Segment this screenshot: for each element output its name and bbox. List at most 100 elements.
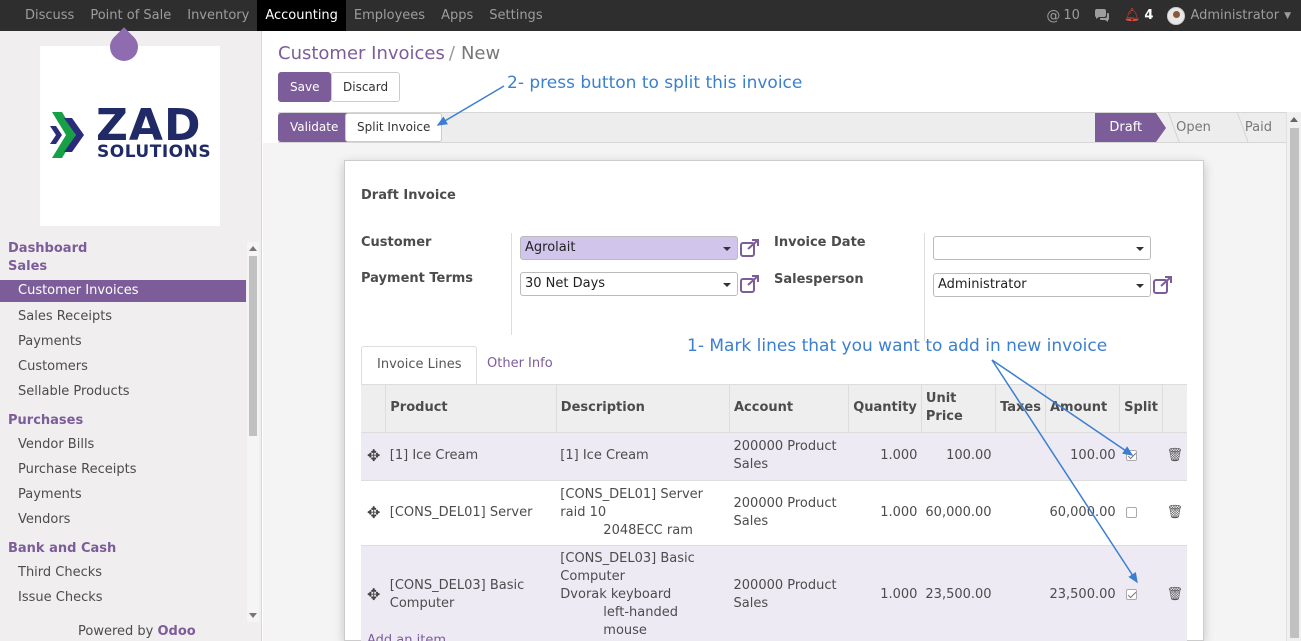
sidebar-item-vendors[interactable]: Vendors [0,507,246,532]
menu-apps[interactable]: Apps [433,0,481,31]
tab-invoice-lines[interactable]: Invoice Lines [361,346,478,385]
column-header-split[interactable]: Split [1119,385,1163,432]
menu-point-of-sale[interactable]: Point of Sale [82,0,179,31]
column-header-unit-price[interactable]: Unit Price [920,385,996,432]
payment-terms-field[interactable]: 30 Net Days [520,272,738,296]
invoice-date-field[interactable] [933,236,1151,260]
column-header-amount[interactable]: Amount [1044,385,1120,432]
row-quantity[interactable]: 1.000 [848,431,922,480]
row-unit-price[interactable]: 23,500.00 [921,544,996,641]
row-product[interactable]: [1] Ice Cream [385,431,557,480]
divider [924,233,925,341]
stage-paid[interactable]: Paid [1225,113,1286,142]
scroll-thumb[interactable] [249,256,257,436]
sidebar-item-sellable-products[interactable]: Sellable Products [0,379,246,404]
row-account[interactable]: 200000 Product Sales [729,544,849,641]
table-row[interactable]: ✥ [CONS_DEL03] Basic Computer [CONS_DEL0… [361,544,1187,641]
menu-inventory[interactable]: Inventory [179,0,257,31]
main-scrollbar[interactable] [1286,112,1301,641]
sidebar-item-purchase-receipts[interactable]: Purchase Receipts [0,457,246,482]
description-line: 2048ECC ram [603,522,693,538]
column-header-taxes[interactable]: Taxes [995,385,1046,432]
external-link-icon[interactable] [740,275,760,293]
split-checkbox[interactable] [1125,506,1137,518]
customer-label: Customer [361,235,432,250]
sidebar-item-issue-checks[interactable]: Issue Checks [0,585,246,610]
sidebar-item-payments[interactable]: Payments [0,329,246,354]
description-line: [CONS_DEL01] Server [560,486,703,502]
validate-button[interactable]: Validate [278,113,351,142]
stage-open[interactable]: Open [1156,113,1225,142]
row-description[interactable]: [CONS_DEL03] Basic Computer Dvorak keyboar… [556,544,730,641]
breadcrumb: Customer Invoices / New [278,43,500,64]
row-quantity[interactable]: 1.000 [848,544,922,641]
column-header-account[interactable]: Account [728,385,849,432]
split-invoice-button[interactable]: Split Invoice [345,113,443,142]
row-unit-price[interactable]: 100.00 [921,431,996,480]
scroll-up-icon[interactable] [249,246,257,251]
row-product[interactable]: [CONS_DEL01] Server [385,479,557,545]
trash-icon[interactable]: 🗑︎ [1162,479,1187,545]
trash-icon[interactable]: 🗑︎ [1162,431,1187,480]
top-navbar: Discuss Point of Sale Inventory Accounti… [0,0,1301,31]
description-line: Dvorak keyboard [560,586,672,602]
drag-handle-icon[interactable]: ✥ [361,544,386,641]
row-account[interactable]: 200000 Product Sales [729,431,849,480]
sidebar-item-purchase-payments[interactable]: Payments [0,482,246,507]
menu-discuss[interactable]: Discuss [17,0,82,31]
sidebar-section-dashboard[interactable]: Dashboard [0,240,246,258]
row-unit-price[interactable]: 60,000.00 [921,479,996,545]
external-link-icon[interactable] [1153,276,1173,294]
table-row[interactable]: ✥ [CONS_DEL01] Server [CONS_DEL01] Serve… [361,479,1187,545]
odoo-link[interactable]: Odoo [158,624,196,639]
breadcrumb-parent[interactable]: Customer Invoices [278,43,445,64]
split-checkbox[interactable] [1125,450,1137,461]
row-taxes[interactable] [995,431,1046,480]
row-taxes[interactable] [995,479,1046,545]
menu-settings[interactable]: Settings [481,0,550,31]
user-menu[interactable]: Administrator ▼ [1167,6,1291,25]
column-header-description[interactable]: Description [555,385,730,432]
sidebar-section-purchases: Purchases [8,413,84,428]
menu-employees[interactable]: Employees [346,0,433,31]
drag-handle-icon[interactable]: ✥ [361,479,386,545]
logo-sub-text: SOLUTIONS [97,142,212,162]
sidebar-item-third-checks[interactable]: Third Checks [0,560,246,585]
sidebar-item-customers[interactable]: Customers [0,354,246,379]
scroll-thumb[interactable] [1290,128,1299,638]
row-split [1119,431,1163,480]
row-account[interactable]: 200000 Product Sales [729,479,849,545]
row-quantity[interactable]: 1.000 [848,479,922,545]
external-link-icon[interactable] [740,239,760,257]
scroll-down-icon[interactable] [249,613,257,618]
row-description[interactable]: [CONS_DEL01] Server raid 10 2048ECC ram [556,479,730,545]
discard-button[interactable]: Discard [331,72,401,102]
messages-button[interactable] [1094,9,1110,22]
account-line: 200000 Product [733,439,837,454]
salesperson-field[interactable]: Administrator [933,273,1151,297]
split-checkbox[interactable] [1125,588,1137,600]
mentions-button[interactable]: @ 10 [1046,8,1080,24]
add-item-link[interactable]: Add an item [367,633,446,641]
customer-field[interactable]: Agrolait [520,236,738,260]
sidebar-item-sales-receipts[interactable]: Sales Receipts [0,304,246,329]
sidebar-item-vendor-bills[interactable]: Vendor Bills [0,432,246,457]
save-button[interactable]: Save [278,72,332,102]
column-header-product[interactable]: Product [385,385,557,432]
row-product[interactable]: [CONS_DEL03] Basic Computer [385,544,557,641]
tab-other-info[interactable]: Other Info [472,346,568,385]
stage-draft[interactable]: Draft [1095,113,1166,142]
caret-down-icon [1136,247,1144,251]
drag-handle-icon[interactable]: ✥ [361,431,386,480]
column-header-quantity[interactable]: Quantity [848,385,922,432]
row-taxes[interactable] [995,544,1046,641]
notifications-button[interactable]: 🔔︎ 4 [1124,8,1154,23]
sidebar-item-customer-invoices[interactable]: Customer Invoices [0,280,246,302]
row-description[interactable]: [1] Ice Cream [556,431,730,480]
scroll-up-icon[interactable] [1290,117,1298,122]
form-heading: Draft Invoice [361,188,456,203]
table-row[interactable]: ✥ [1] Ice Cream [1] Ice Cream 200000 Pro… [361,431,1187,480]
sidebar-scrollbar[interactable] [247,242,259,622]
trash-icon[interactable]: 🗑︎ [1162,544,1187,641]
menu-accounting[interactable]: Accounting [257,0,346,31]
